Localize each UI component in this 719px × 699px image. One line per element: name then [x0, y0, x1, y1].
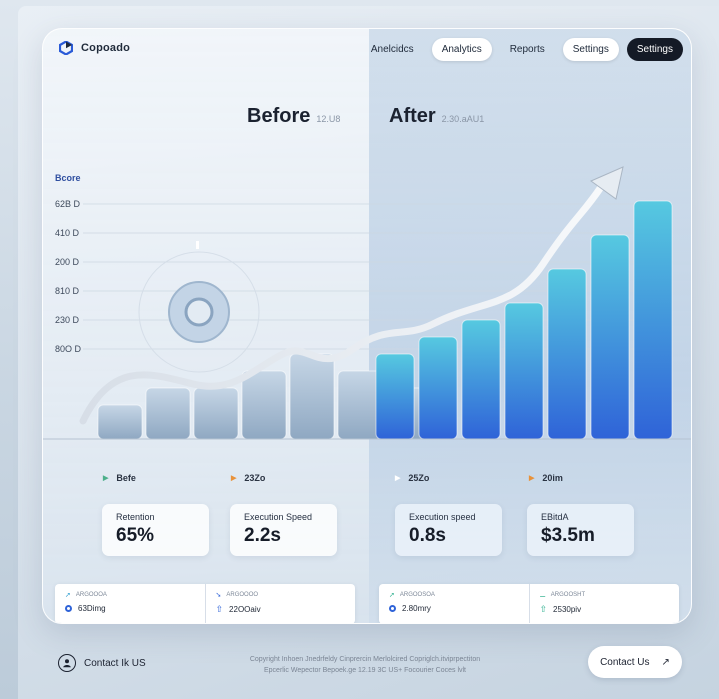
after-bar	[461, 319, 501, 440]
before-bar	[337, 370, 383, 440]
segment-20im: ▶ 20im	[529, 473, 563, 483]
copyright-text: Copyright Inhoen Jnedrfeldy Cinprercin M…	[200, 654, 530, 676]
segment-label: 20im	[542, 473, 563, 483]
trend-arrow-icon: ➘	[215, 592, 222, 599]
segment-arrow-icon: ▶	[395, 475, 401, 482]
nav-link-reports[interactable]: Reports	[500, 38, 555, 61]
trend-arrow-icon: ⚊	[539, 592, 546, 599]
y-axis-labels: 62B D 410 D 200 D 810 D 230 D 80O D	[55, 199, 82, 354]
after-bar	[375, 353, 415, 440]
y-tick-label: 80O D	[55, 344, 82, 354]
stat-cell[interactable]: ➘ ARGOOOO ⇧ 22OOaiv	[204, 584, 356, 623]
before-bar	[289, 353, 335, 440]
after-bar	[633, 200, 673, 440]
copyright-line-2: Epcerlic Wepector Bepoek.ge 12.19 3C US+…	[264, 667, 466, 674]
stat-caption: ARGOOOA	[75, 592, 107, 598]
stat-cell[interactable]: ➚ ARGOOOA 63Dimg	[55, 584, 205, 623]
y-tick-label: 410 D	[55, 228, 80, 238]
segment-label: 23Zo	[244, 473, 266, 483]
nav-button-settings[interactable]: Settings	[626, 38, 683, 61]
stat-value: 2530piv	[553, 605, 582, 614]
before-title: Before	[247, 105, 311, 127]
before-after-chart: Bcore 62B D 410 D 200 D 810 D 230 D 80O D	[43, 166, 691, 440]
y-tick-label: 810 D	[55, 286, 80, 296]
contact-link-label: Contact Ik US	[84, 657, 146, 669]
stat-value: 22OOaiv	[229, 605, 261, 614]
segment-label: 25Zo	[408, 473, 430, 483]
stat-value: 63Dimg	[78, 604, 106, 613]
after-bar	[547, 268, 587, 440]
before-bar	[193, 387, 239, 440]
stat-caption: ARGOOOO	[226, 592, 259, 598]
kpi-value: 0.8s	[409, 525, 446, 546]
kpi-label: Execution Speed	[244, 512, 313, 522]
y-tick-label: 62B D	[55, 199, 81, 209]
stat-caption: ARGOOSHT	[550, 592, 586, 598]
before-subtitle: 12.U8	[316, 114, 341, 124]
y-axis-title: Bcore	[55, 173, 81, 183]
kpi-card-retention[interactable]: Retention 65%	[102, 504, 209, 556]
arrow-up-right-icon: ↗	[661, 656, 670, 668]
brand-logo[interactable]: Copoado	[59, 41, 130, 55]
stat-cell[interactable]: ➚ ARGOOSOA 2.80mry	[379, 584, 529, 623]
after-heading: After 2.30.aAU1	[389, 105, 484, 128]
after-bar	[504, 302, 544, 440]
kpi-value: $3.5m	[541, 525, 595, 546]
contact-us-label: Contact Us	[600, 656, 650, 668]
stats-row-after: ➚ ARGOOSOA 2.80mry ⚊ ARGOOSHT ⇧ 2530piv	[379, 584, 680, 623]
segment-arrow-icon: ▶	[529, 475, 535, 482]
ring-icon	[389, 605, 396, 612]
kpi-label: EBitdA	[541, 512, 569, 522]
after-bar	[590, 234, 630, 440]
stats-row-before: ➚ ARGOOOA 63Dimg ➘ ARGOOOO ⇧ 22OOaiv	[55, 584, 356, 623]
user-icon	[58, 654, 76, 672]
ring-icon	[65, 605, 72, 612]
nav-link-anelcidcs[interactable]: Anelcidcs	[361, 38, 424, 61]
target-dial	[138, 241, 260, 373]
after-subtitle: 2.30.aAU1	[441, 114, 485, 124]
page-footer: Contact Ik US Copyright Inhoen Jnedrfeld…	[0, 632, 719, 699]
contact-link[interactable]: Contact Ik US	[58, 654, 146, 672]
after-title: After	[389, 105, 436, 127]
kpi-label: Retention	[116, 512, 155, 522]
brand-name: Copoado	[81, 42, 131, 54]
trend-arrow-icon: ➚	[389, 592, 395, 599]
brand-hexagon-icon	[59, 41, 73, 55]
y-tick-label: 200 D	[55, 257, 80, 267]
up-arrow-icon: ⇧	[215, 604, 224, 614]
segment-arrow-icon: ▶	[103, 475, 109, 482]
kpi-card-execution-speed-after[interactable]: Execution speed 0.8s	[395, 504, 502, 556]
up-arrow-icon: ⇧	[539, 604, 548, 614]
segment-23zo: ▶ 23Zo	[231, 473, 265, 483]
nav-links: Anelcidcs Analytics Reports Settings Set…	[361, 38, 683, 61]
stat-value: 2.80mry	[402, 604, 431, 613]
before-bar	[145, 387, 191, 440]
before-heading: Before 12.U8	[247, 105, 340, 128]
segment-label: Befe	[116, 473, 136, 483]
copyright-line-1: Copyright Inhoen Jnedrfeldy Cinprercin M…	[249, 656, 481, 663]
nav-link-analytics[interactable]: Analytics	[431, 38, 492, 61]
kpi-value: 65%	[116, 525, 155, 546]
top-nav: Copoado Anelcidcs Analytics Reports Sett…	[43, 29, 691, 69]
kpi-label: Execution speed	[409, 512, 476, 522]
dashboard-panel: Copoado Anelcidcs Analytics Reports Sett…	[42, 28, 692, 624]
kpi-card-execution-speed-before[interactable]: Execution Speed 2.2s	[230, 504, 337, 556]
kpi-card-ebitda[interactable]: EBitdA $3.5m	[527, 504, 634, 556]
stat-caption: ARGOOSOA	[399, 592, 435, 598]
segment-row: ▶ Befe ▶ 23Zo ▶ 25Zo ▶ 20im	[43, 473, 691, 487]
contact-us-button[interactable]: Contact Us ↗	[588, 646, 682, 678]
after-bar	[418, 336, 458, 440]
trend-arrow-icon: ➚	[65, 592, 71, 599]
y-tick-label: 230 D	[55, 315, 80, 325]
nav-link-settings[interactable]: Settings	[562, 38, 619, 61]
before-bar	[97, 404, 143, 440]
kpi-value: 2.2s	[244, 525, 281, 546]
segment-25zo: ▶ 25Zo	[395, 473, 429, 483]
segment-befe: ▶ Befe	[103, 473, 136, 483]
segment-arrow-icon: ▶	[231, 475, 237, 482]
stat-cell[interactable]: ⚊ ARGOOSHT ⇧ 2530piv	[528, 584, 680, 623]
before-bar	[241, 370, 287, 440]
